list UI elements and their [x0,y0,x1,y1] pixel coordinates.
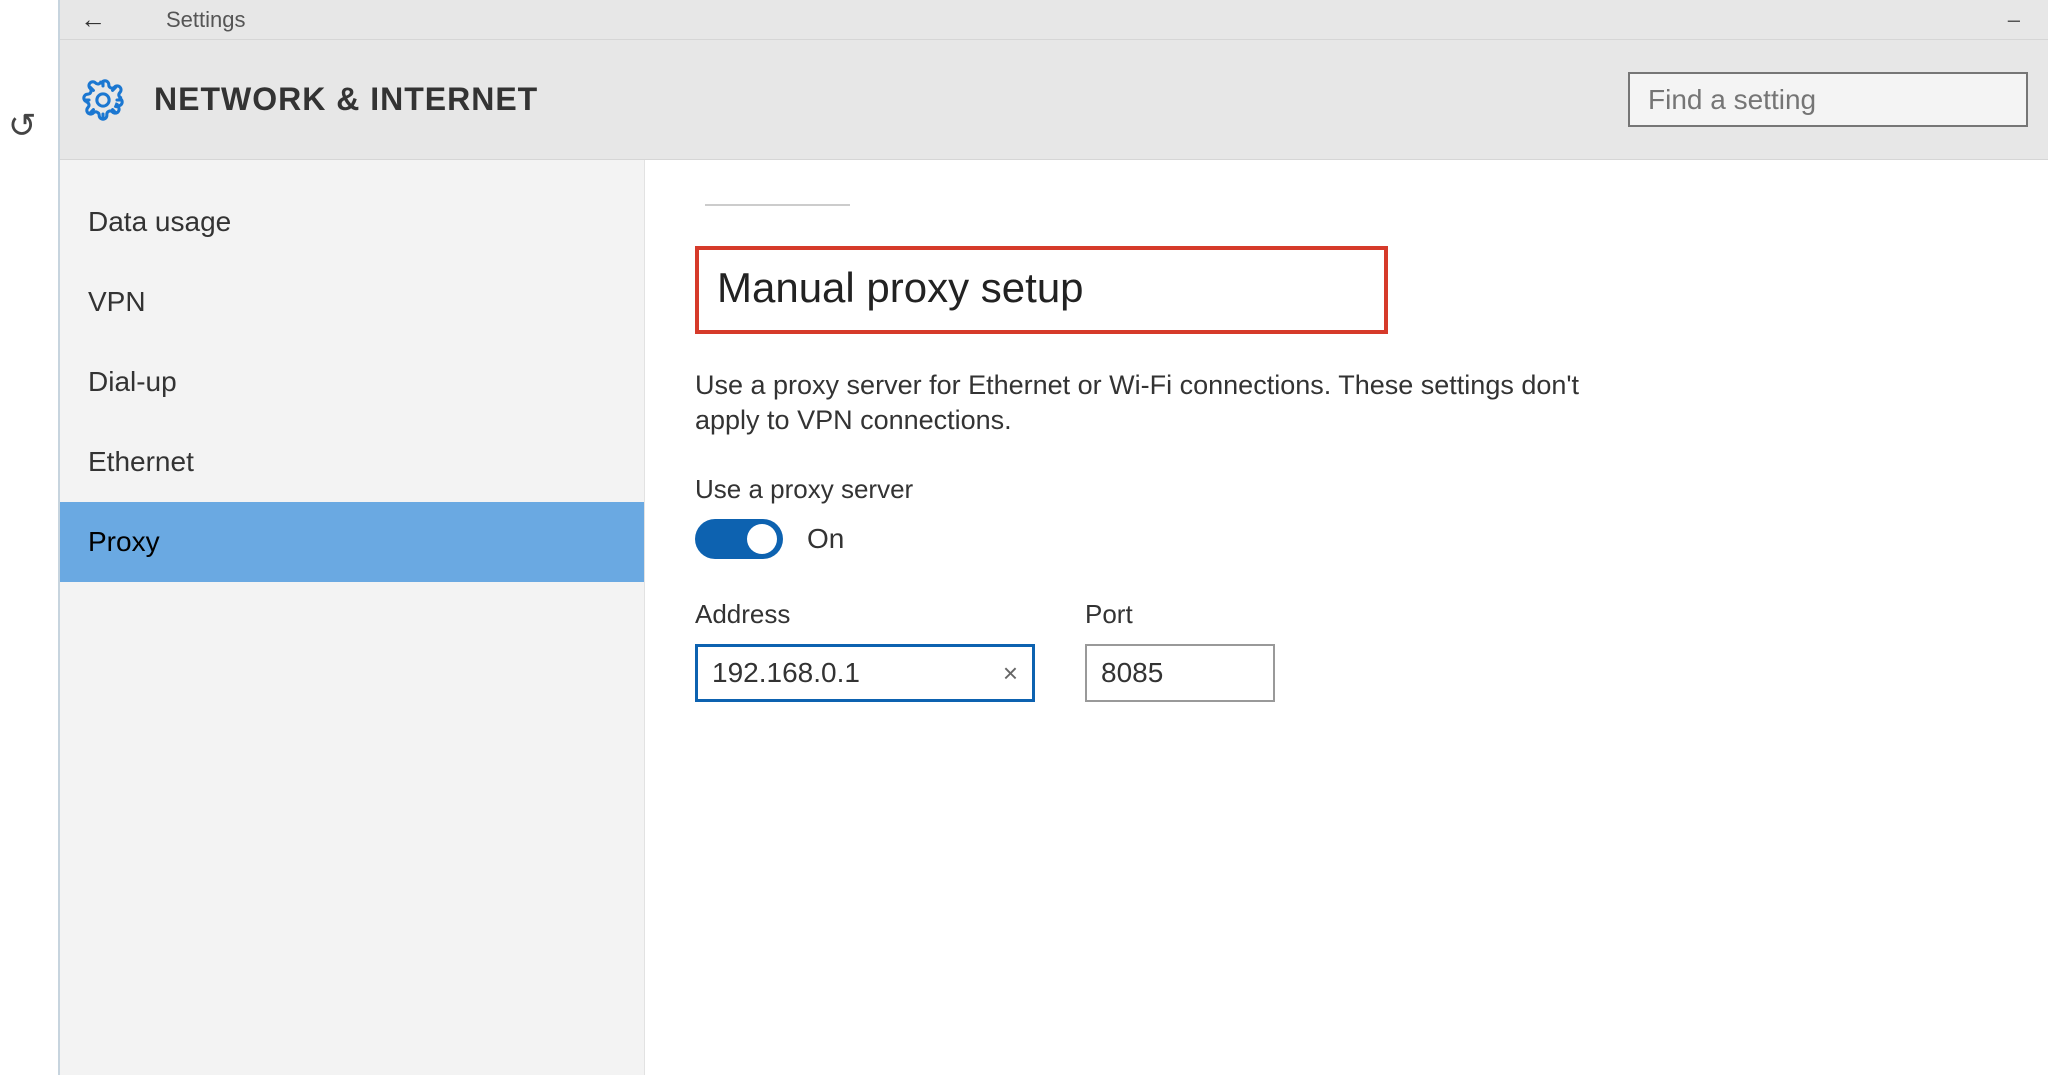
toggle-knob [747,524,777,554]
port-label: Port [1085,599,1275,630]
use-proxy-toggle[interactable] [695,519,783,559]
sidebar-item-ethernet[interactable]: Ethernet [60,422,644,502]
settings-header: NETWORK & INTERNET [60,40,2048,160]
titlebar: ← Settings – [60,0,2048,40]
sidebar: Data usage VPN Dial-up Ethernet Proxy [60,160,645,1075]
tab-indicator [705,200,850,206]
section-heading: Manual proxy setup [717,264,1084,312]
gear-icon [80,77,126,123]
browser-left-gutter: ↻ [0,0,60,1075]
content-pane: Manual proxy setup Use a proxy server fo… [645,160,2048,1075]
refresh-icon[interactable]: ↻ [8,106,37,146]
toggle-state-label: On [807,523,844,555]
port-input-wrap [1085,644,1275,702]
window-title: Settings [166,7,246,33]
clear-icon[interactable]: × [1003,658,1018,689]
section-description: Use a proxy server for Ethernet or Wi-Fi… [695,368,1595,438]
titlebar-dash: – [2008,7,2028,33]
page-title: NETWORK & INTERNET [154,81,538,118]
use-proxy-label: Use a proxy server [695,474,2038,505]
sidebar-item-proxy[interactable]: Proxy [60,502,644,582]
highlight-box: Manual proxy setup [695,246,1388,334]
sidebar-item-vpn[interactable]: VPN [60,262,644,342]
search-container [1628,72,2028,127]
sidebar-item-data-usage[interactable]: Data usage [60,182,644,262]
address-input[interactable] [712,657,993,689]
port-input[interactable] [1101,657,1259,689]
back-arrow-icon[interactable]: ← [80,4,106,35]
sidebar-item-dialup[interactable]: Dial-up [60,342,644,422]
address-label: Address [695,599,1035,630]
search-input[interactable] [1648,84,2008,116]
settings-window: ← Settings – NETWORK & INTERNET Data usa… [60,0,2048,1075]
address-input-wrap: × [695,644,1035,702]
